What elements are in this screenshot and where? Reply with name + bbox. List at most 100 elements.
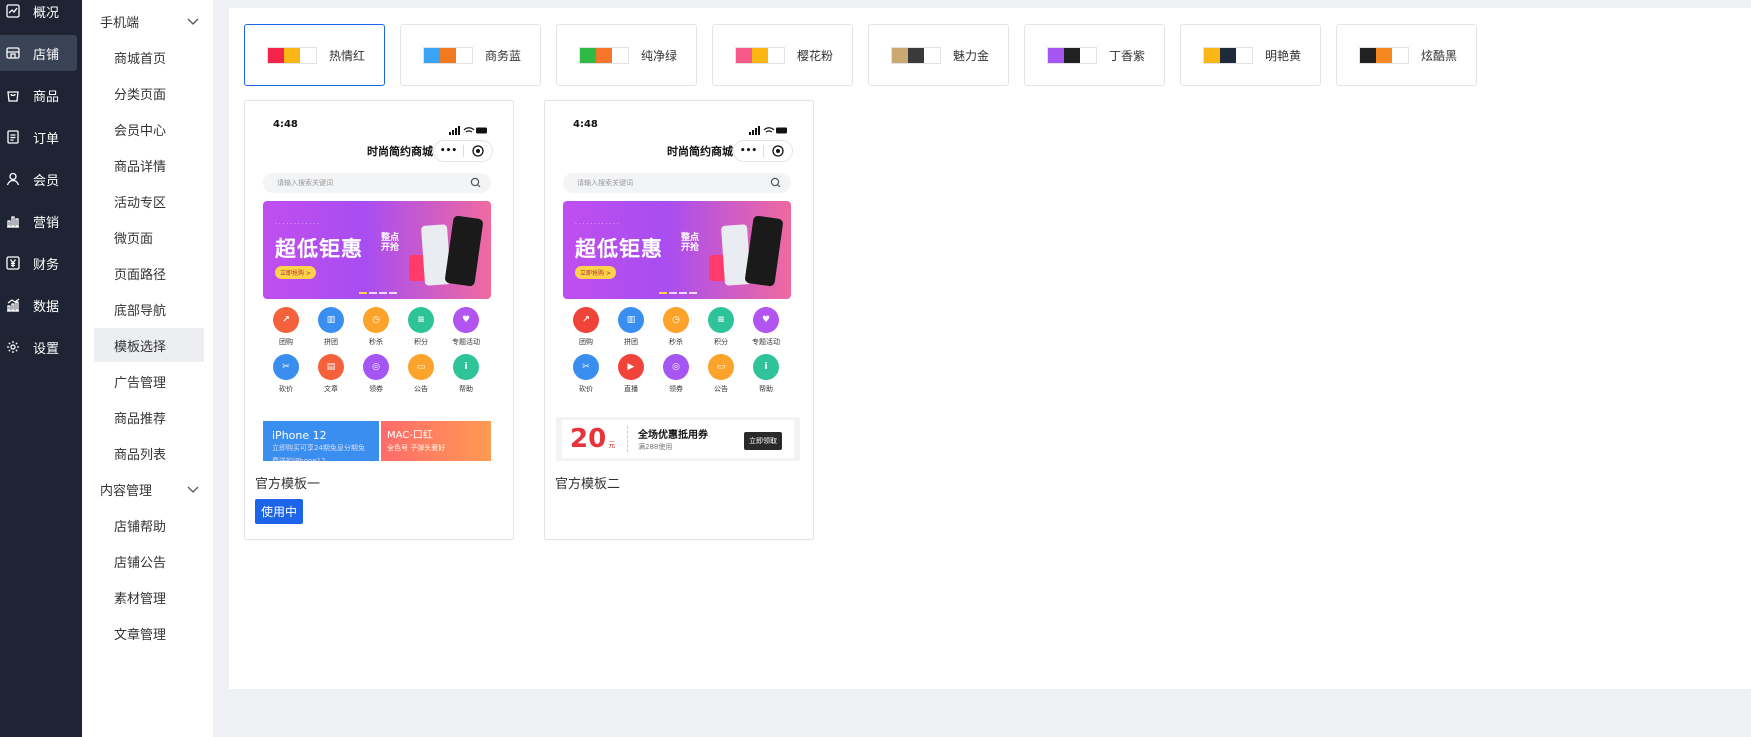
shortcut-icon: ✂ <box>573 354 599 380</box>
theme-name: 热情红 <box>329 48 366 63</box>
shortcut-icon: ↗ <box>573 307 599 333</box>
shortcut-item: ♥ 专题活动 <box>446 307 486 347</box>
gear-icon <box>5 339 21 355</box>
nav-item[interactable]: 微页面 <box>94 220 204 254</box>
shortcut-icon: i <box>753 354 779 380</box>
banner-deco: · · · · · · · · · · · · <box>575 221 619 228</box>
shortcut-label: 领券 <box>669 385 683 393</box>
primary-nav-item[interactable]: 数据 <box>0 287 77 323</box>
theme-color-blocks <box>423 46 473 64</box>
shortcut-label: 砍价 <box>579 385 593 393</box>
theme-swatch[interactable]: 樱花粉 <box>712 24 853 86</box>
primary-nav-item[interactable]: 设置 <box>0 329 77 365</box>
promo-banner: · · · · · · · · · · · · 超低钜惠 整点开抢 立即抢购 > <box>263 201 491 299</box>
shortcut-label: 秒杀 <box>669 338 683 346</box>
nav-item[interactable]: 会员中心 <box>94 112 204 146</box>
shortcut-icon: ▥ <box>618 307 644 333</box>
primary-nav-label: 会员 <box>33 173 60 189</box>
primary-nav-item[interactable]: 店铺 <box>0 35 77 71</box>
theme-color-blocks <box>1047 46 1097 64</box>
primary-nav-item[interactable]: 营销 <box>0 203 77 239</box>
shortcut-item: ♥ 专题活动 <box>746 307 786 347</box>
nav-item[interactable]: 商品推荐 <box>94 400 204 434</box>
template-card[interactable]: 4:48 时尚简约商城 ••• 请输入搜索关键词 · · · · · · · ·… <box>244 100 514 540</box>
shortcut-label: 团购 <box>279 338 293 346</box>
nav-item[interactable]: 店铺帮助 <box>94 508 204 542</box>
document-icon <box>5 129 21 145</box>
nav-group-label: 手机端 <box>100 15 140 31</box>
shortcut-item: i 帮助 <box>446 354 486 394</box>
template-name: 官方模板二 <box>555 477 621 492</box>
shortcut-icon: ▭ <box>708 354 734 380</box>
nav-item[interactable]: 活动专区 <box>94 184 204 218</box>
promo-tile: iPhone 12 立即购买可享24期免息分期免费送的iPhone12 <box>263 421 379 461</box>
status-time: 4:48 <box>573 119 598 130</box>
theme-swatch[interactable]: 纯净绿 <box>556 24 697 86</box>
theme-swatch[interactable]: 商务蓝 <box>400 24 541 86</box>
theme-name: 商务蓝 <box>485 48 522 63</box>
theme-name: 炫酷黑 <box>1421 48 1458 63</box>
theme-swatch[interactable]: 魅力金 <box>868 24 1009 86</box>
shortcut-label: 团购 <box>579 338 593 346</box>
chevron-down-icon <box>187 15 199 30</box>
shortcut-label: 积分 <box>714 338 728 346</box>
coupon-title: 全场优惠抵用券 <box>638 430 708 441</box>
primary-nav-item[interactable]: 订单 <box>0 119 77 155</box>
theme-swatch[interactable]: 热情红 <box>244 24 385 86</box>
theme-color-blocks <box>267 46 317 64</box>
template-name: 官方模板一 <box>255 477 321 492</box>
theme-swatch[interactable]: 炫酷黑 <box>1336 24 1477 86</box>
shortcut-icon: ◎ <box>363 354 389 380</box>
nav-item[interactable]: 商城首页 <box>94 40 204 74</box>
primary-nav-item[interactable]: 商品 <box>0 77 77 113</box>
theme-color-blocks <box>891 46 941 64</box>
nav-item[interactable]: 分类页面 <box>94 76 204 110</box>
phone-search: 请输入搜索关键词 <box>263 173 491 193</box>
shortcut-item: ▥ 拼团 <box>611 307 651 347</box>
primary-nav-item[interactable]: 财务 <box>0 245 77 281</box>
nav-item[interactable]: 素材管理 <box>94 580 204 614</box>
theme-swatch[interactable]: 丁香紫 <box>1024 24 1165 86</box>
nav-item[interactable]: 店铺公告 <box>94 544 204 578</box>
nav-group-label: 内容管理 <box>100 483 153 499</box>
theme-color-blocks <box>735 46 785 64</box>
primary-nav-label: 概况 <box>33 5 60 21</box>
trend-icon <box>5 3 21 19</box>
more-dots-icon: ••• <box>439 146 458 156</box>
record-icon <box>764 145 792 157</box>
shortcut-item: ▶ 直播 <box>611 354 651 394</box>
nav-item[interactable]: 商品详情 <box>94 148 204 182</box>
shortcut-label: 专题活动 <box>452 338 480 346</box>
nav-item[interactable]: 页面路径 <box>94 256 204 290</box>
nav-item[interactable]: 文章管理 <box>94 616 204 650</box>
nav-item[interactable]: 商品列表 <box>94 436 204 470</box>
theme-color-blocks <box>579 46 629 64</box>
primary-nav-item[interactable]: 概况 <box>0 0 77 29</box>
nav-item[interactable]: 模板选择 <box>94 328 204 362</box>
shortcut-item: ◷ 秒杀 <box>656 307 696 347</box>
banner-headline: 超低钜惠 <box>275 237 363 261</box>
theme-swatch[interactable]: 明艳黄 <box>1180 24 1321 86</box>
secondary-sidebar: 手机端商城首页 分类页面 会员中心 商品详情 活动专区 微页面 页面路径 底部导航 模板选择 广告… <box>82 0 213 737</box>
main-panel: 热情红 商务蓝 纯净绿 樱花粉 魅力金 丁香紫 明艳黄 炫酷黑 4:48 时尚简约商城 •••… <box>229 8 1751 689</box>
coupon-button: 立即领取 <box>744 432 782 450</box>
template-card[interactable]: 4:48 时尚简约商城 ••• 请输入搜索关键词 · · · · · · · ·… <box>544 100 814 540</box>
coupon-unit: 元 <box>608 441 616 449</box>
shortcut-item: ↗ 团购 <box>566 307 606 347</box>
bar-chart-icon <box>5 213 21 229</box>
shortcut-label: 公告 <box>714 385 728 393</box>
nav-group-content[interactable]: 内容管理 <box>82 474 213 504</box>
nav-item[interactable]: 广告管理 <box>94 364 204 398</box>
primary-nav-item[interactable]: 会员 <box>0 161 77 197</box>
search-placeholder: 请输入搜索关键词 <box>277 179 333 187</box>
shortcut-item: ▭ 公告 <box>701 354 741 394</box>
shortcut-item: ↗ 团购 <box>266 307 306 347</box>
nav-group-mobile[interactable]: 手机端 <box>82 6 213 36</box>
banner-pager <box>659 292 697 294</box>
primary-nav-label: 财务 <box>33 257 60 273</box>
yen-icon <box>5 255 21 271</box>
primary-nav-label: 设置 <box>33 341 60 357</box>
shortcut-label: 帮助 <box>759 385 773 393</box>
nav-item[interactable]: 底部导航 <box>94 292 204 326</box>
theme-name: 纯净绿 <box>641 48 678 63</box>
